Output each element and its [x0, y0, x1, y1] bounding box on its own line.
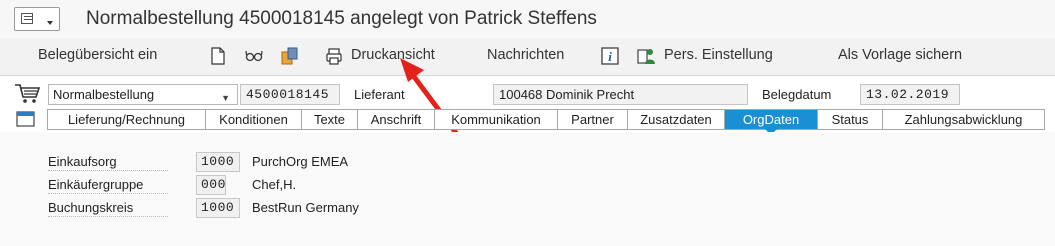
caret-down-icon — [47, 21, 53, 25]
new-document-icon[interactable] — [209, 47, 227, 65]
document-date-field[interactable]: 13.02.2019 — [860, 84, 960, 105]
svg-text:i: i — [608, 49, 612, 64]
tab-strip: Lieferung/Rechnung Konditionen Texte Ans… — [47, 109, 1045, 135]
save-as-template-button[interactable]: Als Vorlage sichern — [838, 47, 962, 63]
purchasing-group-code[interactable]: 000 — [196, 175, 226, 195]
document-type-select[interactable]: Normalbestellung ▼ — [48, 84, 238, 105]
menu-icon — [21, 13, 33, 24]
title-bar: Normalbestellung 4500018145 angelegt von… — [0, 0, 1055, 38]
toggle-header-icon[interactable] — [16, 110, 36, 128]
vendor-field[interactable]: 100468 Dominik Precht — [493, 84, 748, 105]
company-code-label: Buchungskreis — [48, 198, 168, 218]
printer-icon[interactable] — [325, 47, 343, 65]
tab-communication[interactable]: Kommunikation — [435, 110, 558, 129]
document-overview-button[interactable]: Belegübersicht ein — [38, 47, 157, 63]
tab-status[interactable]: Status — [818, 110, 883, 129]
shopping-cart-icon — [15, 84, 41, 103]
personal-settings-icon[interactable] — [637, 47, 655, 65]
company-code-text: BestRun Germany — [252, 200, 359, 215]
vendor-label: Lieferant — [354, 87, 405, 102]
purchasing-group-text: Chef,H. — [252, 177, 297, 192]
document-date-label: Belegdatum — [762, 87, 832, 102]
purchasing-org-text: PurchOrg EMEA — [252, 154, 349, 169]
window-title: Normalbestellung 4500018145 angelegt von… — [86, 8, 597, 29]
purchasing-org-label: Einkaufsorg — [48, 152, 168, 172]
messages-button[interactable]: Nachrichten — [487, 47, 564, 63]
change-display-icon[interactable] — [280, 47, 298, 65]
personal-settings-button[interactable]: Pers. Einstellung — [664, 47, 773, 63]
tab-texts[interactable]: Texte — [302, 110, 358, 129]
tab-conditions[interactable]: Konditionen — [206, 110, 302, 129]
tab-org-data[interactable]: OrgDaten — [725, 110, 818, 135]
toolbar: Belegübersicht ein Druckansicht Nachrich… — [0, 38, 1055, 76]
tab-delivery-invoice[interactable]: Lieferung/Rechnung — [48, 110, 206, 129]
glasses-icon[interactable] — [245, 47, 263, 65]
tab-payment-processing[interactable]: Zahlungsabwicklung — [883, 110, 1044, 129]
chevron-down-icon: ▼ — [221, 93, 230, 103]
po-number-field[interactable]: 4500018145 — [240, 84, 340, 105]
purchasing-group-label: Einkäufergruppe — [48, 175, 168, 195]
menu-button[interactable] — [14, 7, 60, 31]
purchasing-org-code[interactable]: 1000 — [196, 152, 240, 172]
tab-additional-data[interactable]: Zusatzdaten — [628, 110, 725, 129]
tab-partner[interactable]: Partner — [558, 110, 628, 129]
tab-address[interactable]: Anschrift — [358, 110, 435, 129]
company-code-code[interactable]: 1000 — [196, 198, 240, 218]
info-icon[interactable]: i — [601, 47, 619, 65]
org-data-panel: Einkaufsorg 1000 PurchOrg EMEA Einkäufer… — [0, 132, 1055, 246]
